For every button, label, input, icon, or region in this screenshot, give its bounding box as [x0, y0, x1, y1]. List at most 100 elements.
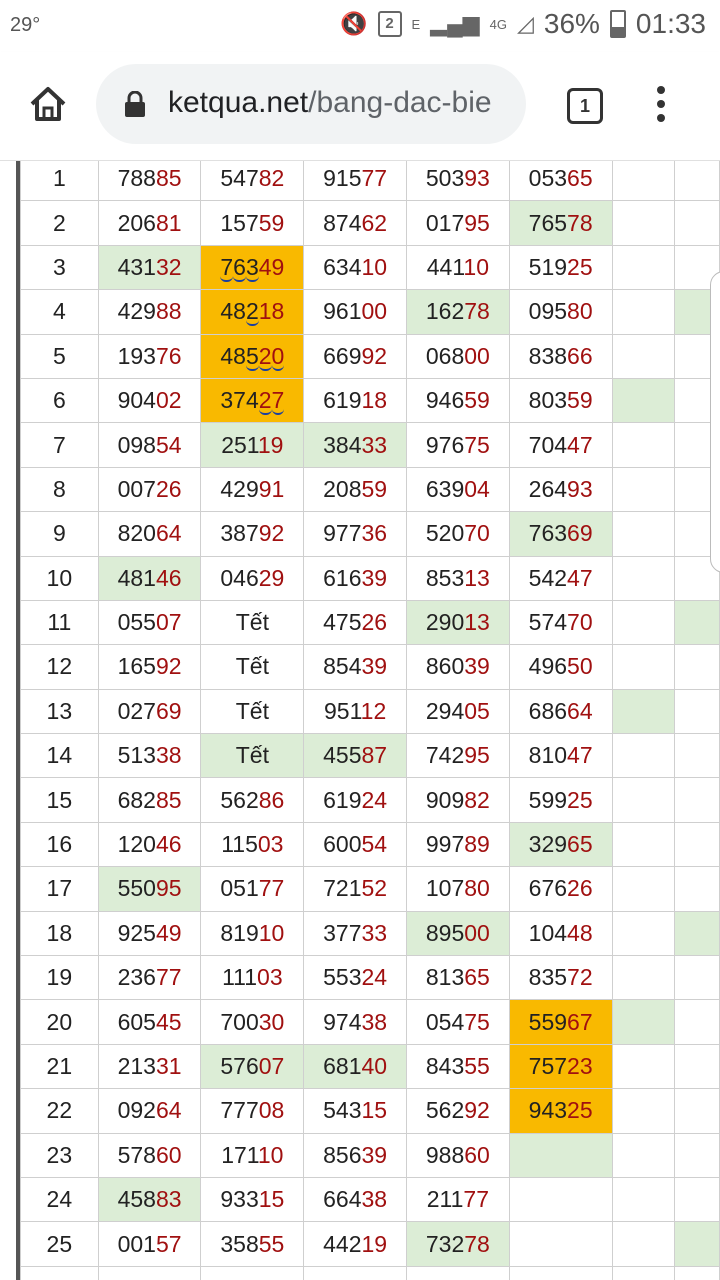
tail-digits: 45: [155, 1008, 182, 1035]
result-cell: 11103: [200, 955, 305, 1001]
tail-digits: 46: [155, 564, 182, 591]
address-field[interactable]: ketqua.net/bang-dac-bie: [96, 64, 526, 144]
result-cell: 01795: [406, 200, 510, 246]
head-digits: 997: [425, 831, 465, 858]
head-digits: 976: [425, 431, 465, 458]
head-digits: 721: [323, 875, 362, 902]
head-digits: 943: [528, 1097, 568, 1124]
tail-digits: 62: [361, 209, 388, 236]
head-digits: 054: [425, 1008, 465, 1035]
table-row: 19 23677 11103 55324 81365 83572: [20, 955, 720, 1001]
result-cell: 12046: [97, 821, 202, 868]
tail-digits: 59: [361, 475, 388, 502]
tail-digits: 82: [258, 165, 285, 192]
tail-digits: 10: [257, 1141, 284, 1168]
tail-digits: 82: [464, 786, 490, 813]
tail-digits: 78: [567, 209, 593, 236]
underlined-digit: 2: [258, 387, 272, 416]
underlined-digit: 3: [245, 253, 259, 282]
tail-digits: 26: [361, 609, 388, 636]
table-row: 16 12046 11503 60054 99789 32965: [20, 821, 720, 868]
tail-digits: 80: [464, 875, 490, 902]
empty-cell: [611, 599, 676, 646]
result-cell: 96100: [303, 289, 407, 335]
table-row: 24 45883 93315 66438 21177: [20, 1176, 720, 1223]
tail-digits: 00: [464, 919, 490, 946]
tail-digits: 92: [258, 520, 285, 547]
head-digits: 788: [117, 165, 156, 192]
result-cell: 57607: [200, 1043, 305, 1090]
tail-digits: 32: [155, 253, 182, 280]
tail-digits: 10: [258, 919, 285, 946]
result-cell: 35855: [200, 1221, 305, 1267]
head-digits: 095: [528, 298, 568, 325]
empty-cell: [674, 1132, 720, 1178]
result-cell: 16278: [406, 289, 510, 335]
tail-digits: 60: [464, 1141, 490, 1168]
day-number: 23: [20, 1132, 99, 1178]
result-cell: 00726: [97, 466, 202, 513]
head-digits: 017: [425, 209, 465, 236]
tail-digits: 15: [258, 1186, 285, 1213]
result-cell: 94325: [508, 1088, 613, 1134]
empty-cell: [674, 1265, 720, 1280]
tail-digits: 39: [361, 653, 388, 680]
head-digits: 001: [117, 1230, 156, 1257]
result-cell: 38792: [200, 511, 305, 557]
tail-digits: 00: [361, 298, 388, 325]
tail-digits: 33: [361, 431, 388, 458]
head-digits: 669: [323, 342, 362, 369]
sim-icon: 2: [377, 11, 402, 37]
result-cell: 54782: [200, 161, 305, 202]
result-cell: 77708: [200, 1088, 305, 1134]
empty-cell: [611, 1132, 676, 1178]
page-content: 1 78885 54782 91577 50393 05365 2 20681 15759 874…: [0, 161, 720, 1280]
result-cell: 83866: [508, 333, 613, 379]
result-cell: 20681: [97, 200, 202, 246]
overflow-menu-icon[interactable]: [656, 86, 666, 126]
tail-digits: 54: [361, 831, 388, 858]
result-cell: 67626: [508, 866, 613, 912]
tail-digits: 67: [567, 1008, 593, 1035]
head-digits: 294: [425, 697, 465, 724]
result-cell: 63410: [303, 244, 407, 291]
day-number: 6: [20, 377, 99, 424]
tail-digits: 65: [464, 964, 490, 991]
empty-cell: [611, 377, 676, 424]
head-digits: 547: [220, 165, 259, 192]
digit: 4: [258, 253, 272, 280]
url-text: ketqua.net/bang-dac-bie: [168, 86, 492, 120]
result-cell: 70447: [508, 422, 613, 468]
head-digits: 503: [425, 165, 465, 192]
result-cell: 04629: [200, 555, 305, 601]
home-icon[interactable]: [28, 84, 68, 124]
empty-cell: [611, 1265, 676, 1280]
underlined-digit: 7: [271, 387, 285, 416]
tail-digits: 93: [464, 165, 490, 192]
result-cell: 89500: [406, 910, 510, 957]
empty-cell: [674, 955, 720, 1001]
head-digits: 810: [528, 742, 568, 769]
head-digits: 496: [528, 653, 568, 680]
result-cell: 48218: [200, 289, 305, 335]
digit: 9: [271, 253, 285, 280]
head-digits: 909: [425, 786, 465, 813]
tail-digits: 89: [464, 831, 490, 858]
tail-digits: 29: [258, 564, 285, 591]
head-digits: 115: [221, 831, 258, 858]
tail-digits: 75: [464, 431, 490, 458]
result-cell: 61918: [303, 377, 407, 424]
tab-switcher-icon[interactable]: 1: [567, 88, 603, 124]
day-number: 21: [20, 1043, 99, 1090]
empty-cell: [674, 1176, 720, 1223]
head-digits: 442: [323, 1230, 362, 1257]
result-cell: 09264: [97, 1088, 202, 1134]
day-number: 2: [20, 200, 99, 246]
tail-digits: 40: [361, 1053, 388, 1079]
head-digits: 111: [222, 964, 258, 991]
head-digits: 193: [117, 342, 156, 369]
day-number: 17: [20, 866, 99, 912]
floating-panel-edge[interactable]: [710, 271, 720, 573]
head-digits: 162: [425, 298, 465, 325]
tail-digits: 39: [361, 564, 388, 591]
